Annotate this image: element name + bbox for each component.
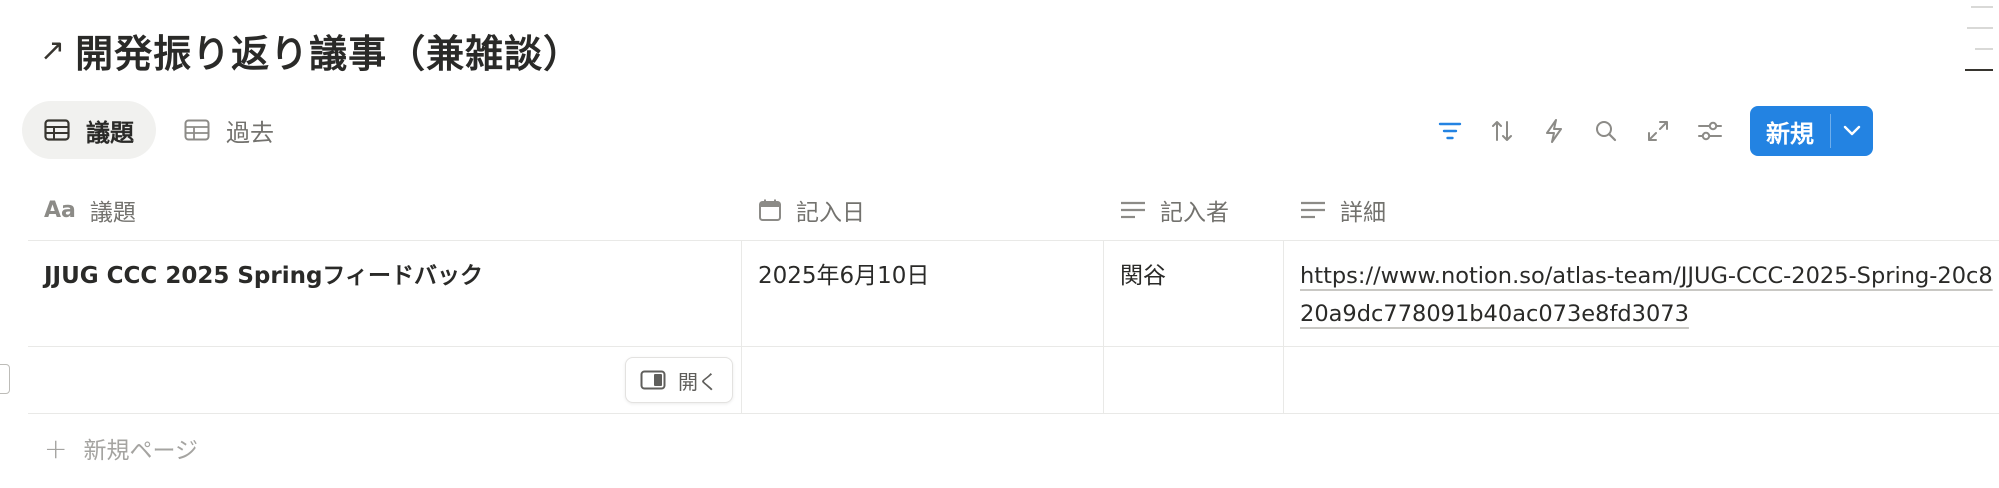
chevron-down-icon (1843, 125, 1861, 136)
cell-date-empty[interactable] (742, 347, 1104, 413)
view-tab-past[interactable]: 過去 (162, 101, 296, 159)
open-page-button[interactable]: 開く (625, 357, 733, 403)
expand-icon (1648, 121, 1668, 141)
table-header-row: Aa 議題 記入日 記入者 詳細 (28, 180, 1999, 241)
table-icon (184, 119, 210, 141)
open-page-label: 開く (678, 369, 718, 394)
side-peek-icon (640, 370, 666, 390)
search-button[interactable] (1580, 111, 1632, 151)
column-header-date[interactable]: 記入日 (742, 180, 1104, 240)
table-row[interactable]: JJUG CCC 2025 Springフィードバック 2025年6月10日 関… (28, 241, 1999, 347)
automation-icon (1546, 119, 1562, 143)
cell-topic[interactable]: JJUG CCC 2025 Springフィードバック (28, 241, 742, 346)
database-toolbar: 新規 (1424, 104, 1873, 158)
new-button[interactable]: 新規 (1750, 106, 1830, 156)
outline-line[interactable] (1975, 48, 1993, 50)
filter-icon (1438, 122, 1462, 140)
calendar-icon (759, 199, 781, 221)
cell-detail-empty[interactable] (1284, 347, 1999, 413)
page-outline-nav[interactable] (1963, 6, 1993, 90)
column-header-label: 記入日 (796, 200, 865, 226)
automation-button[interactable] (1528, 111, 1580, 151)
new-button-group: 新規 (1750, 106, 1873, 156)
column-header-label: 詳細 (1340, 200, 1386, 226)
column-header-label: 記入者 (1160, 200, 1229, 226)
sort-icon (1492, 121, 1512, 141)
page-header: ↗ 開発振り返り議事（兼雑談） (40, 22, 582, 78)
table-icon (44, 119, 70, 141)
outline-line[interactable] (1967, 27, 1993, 29)
column-header-detail[interactable]: 詳細 (1284, 180, 1999, 240)
column-header-topic[interactable]: Aa 議題 (28, 180, 742, 240)
settings-icon (1698, 121, 1722, 141)
plus-icon: + (44, 431, 68, 465)
text-property-icon (1121, 201, 1145, 219)
cell-detail-link[interactable]: https://www.notion.so/atlas-team/JJUG-CC… (1284, 241, 1999, 346)
add-new-page-button[interactable]: + 新規ページ (44, 428, 198, 468)
expand-button[interactable] (1632, 111, 1684, 151)
column-header-label: 議題 (89, 200, 136, 226)
page-title[interactable]: 開発振り返り議事（兼雑談） (75, 23, 582, 78)
view-tab-label: 過去 (226, 118, 274, 147)
outline-line-active[interactable] (1965, 69, 1993, 71)
table-row-empty[interactable]: 開く (28, 347, 1999, 414)
outline-line[interactable] (1971, 6, 1993, 8)
cell-date[interactable]: 2025年6月10日 (742, 241, 1104, 346)
add-new-page-label: 新規ページ (83, 438, 199, 464)
linked-database-arrow-icon[interactable]: ↗ (40, 33, 65, 68)
filter-button[interactable] (1424, 111, 1476, 151)
title-property-icon: Aa (44, 197, 76, 223)
view-settings-button[interactable] (1684, 111, 1736, 151)
search-icon (1596, 121, 1617, 142)
view-tab-topics[interactable]: 議題 (22, 101, 156, 159)
text-property-icon (1301, 201, 1325, 219)
cell-topic-empty[interactable]: 開く (28, 347, 742, 413)
row-drag-handle[interactable] (0, 364, 10, 394)
new-dropdown-button[interactable] (1831, 106, 1873, 156)
cell-author[interactable]: 関谷 (1104, 241, 1284, 346)
column-header-author[interactable]: 記入者 (1104, 180, 1284, 240)
view-tab-label: 議題 (86, 118, 134, 147)
cell-author-empty[interactable] (1104, 347, 1284, 413)
database-table: Aa 議題 記入日 記入者 詳細 JJUG CCC 2025 Springフィー… (28, 180, 1999, 414)
sort-button[interactable] (1476, 111, 1528, 151)
